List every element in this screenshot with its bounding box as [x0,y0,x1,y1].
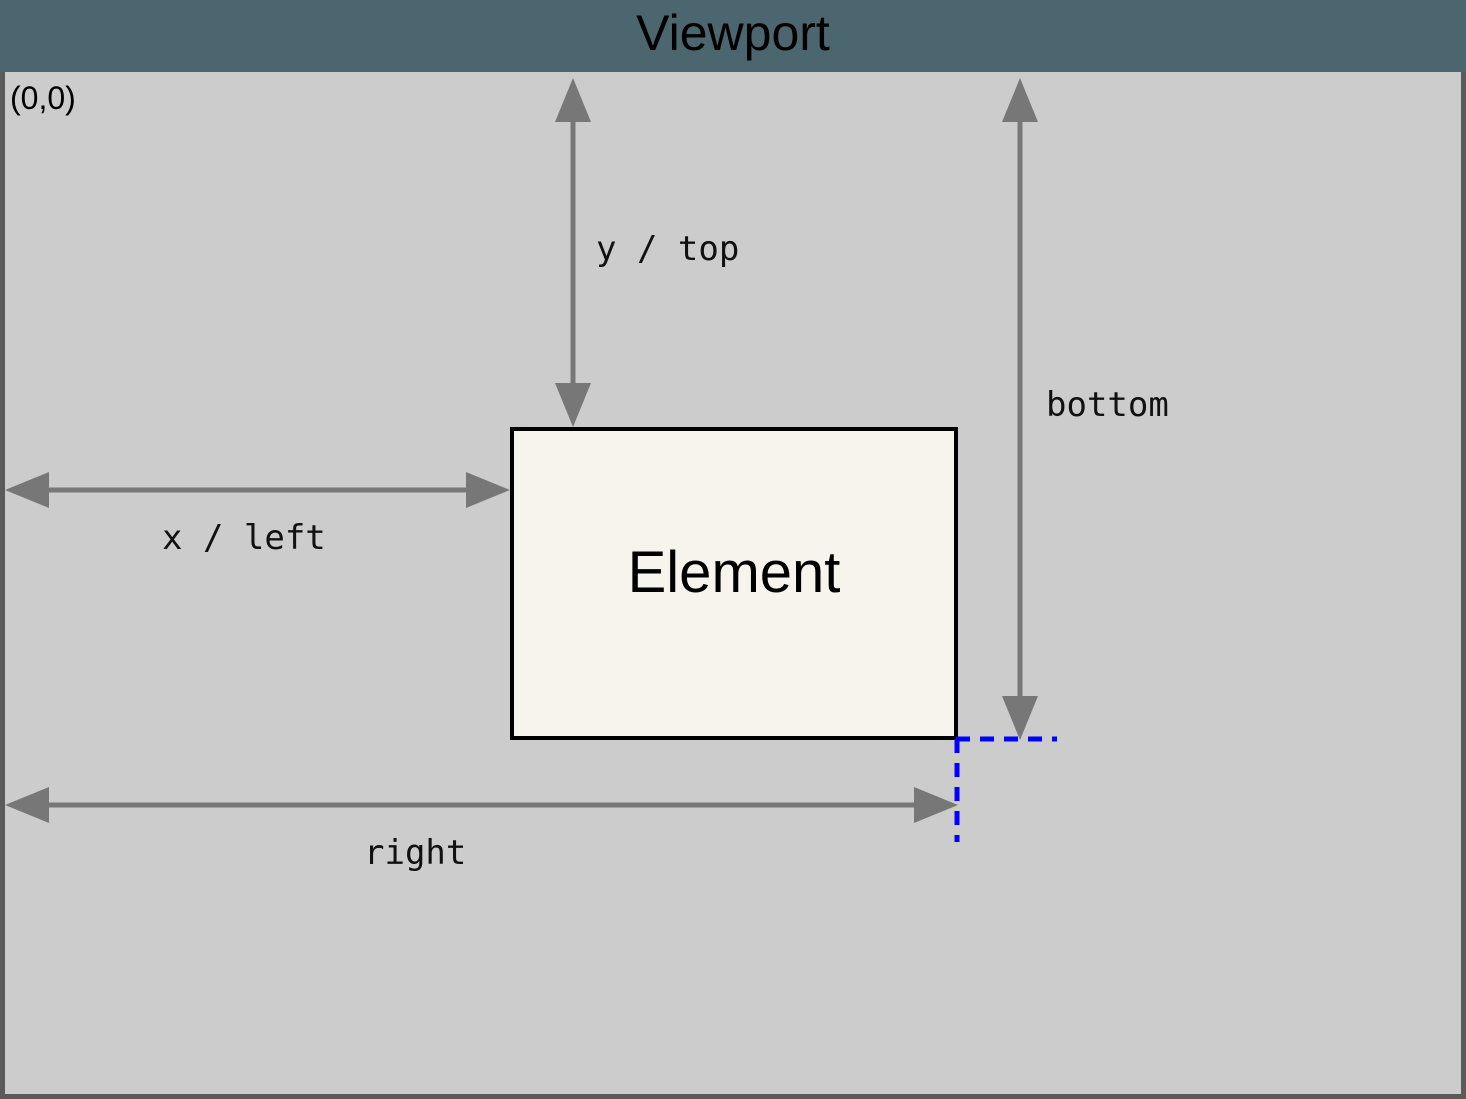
measure-label-bottom: bottom [1046,385,1169,425]
measure-label-y-top: y / top [596,229,740,269]
origin-coordinate-label: (0,0) [10,80,76,116]
measure-label-x-left: x / left [162,518,326,558]
element-label: Element [627,540,841,605]
viewport-header: Viewport [0,0,1466,72]
element-box: Element [510,427,958,740]
measure-label-right: right [364,833,467,873]
page-title: Viewport [636,5,830,61]
diagram-canvas: Viewport (0,0) Element y / top bottom x … [0,0,1466,1099]
